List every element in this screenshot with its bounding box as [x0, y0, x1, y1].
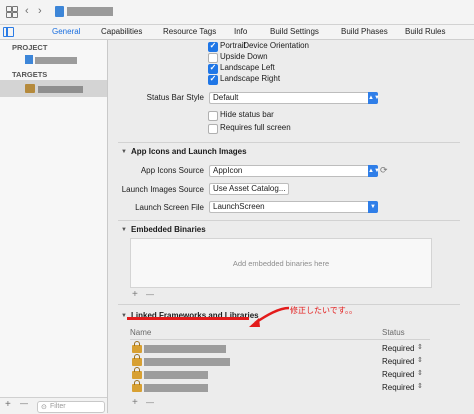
- launch-screen-file-label: Launch Screen File: [135, 203, 204, 212]
- tab-build-settings[interactable]: Build Settings: [270, 27, 319, 36]
- upside-down-label: Upside Down: [220, 52, 268, 61]
- filter-placeholder: Filter: [50, 403, 66, 410]
- add-framework-button[interactable]: +: [132, 397, 138, 408]
- popup-arrows-icon: ▲▼: [368, 165, 380, 177]
- framework-row[interactable]: Required ⇕: [130, 354, 430, 368]
- landscape-right-label: Landscape Right: [220, 74, 281, 83]
- framework-icon: [132, 354, 142, 366]
- launch-screen-file-value: LaunchScreen: [213, 202, 265, 211]
- combo-arrow-icon: ▼: [368, 201, 378, 213]
- project-icon: [25, 55, 33, 64]
- disclosure-triangle-icon[interactable]: ▼: [121, 149, 127, 155]
- framework-status[interactable]: Required: [382, 357, 414, 366]
- embedded-binaries-list[interactable]: Add embedded binaries here: [130, 238, 432, 288]
- tab-general[interactable]: General: [52, 27, 80, 36]
- target-item-redacted: [38, 86, 83, 93]
- project-section-header: PROJECT: [12, 43, 48, 52]
- name-column-header[interactable]: Name: [130, 328, 151, 337]
- use-asset-catalog-button[interactable]: Use Asset Catalog...: [209, 183, 290, 195]
- tab-resource-tags[interactable]: Resource Tags: [163, 27, 216, 36]
- framework-name-redacted: [144, 371, 208, 379]
- landscape-right-checkbox[interactable]: [208, 74, 218, 85]
- remove-embedded-binary-button[interactable]: —: [146, 290, 154, 299]
- grid-icon[interactable]: [6, 6, 18, 18]
- status-column-header[interactable]: Status: [382, 328, 405, 337]
- device-orientation-label: Device Orientation: [243, 41, 309, 50]
- framework-status[interactable]: Required: [382, 370, 414, 379]
- launch-screen-file-combo[interactable]: LaunchScreen ▼: [209, 201, 378, 213]
- status-bar-style-label: Status Bar Style: [146, 93, 204, 102]
- tab-capabilities[interactable]: Capabilities: [101, 27, 142, 36]
- filter-field[interactable]: ⊙ Filter: [37, 401, 105, 413]
- add-target-button[interactable]: +: [5, 399, 11, 410]
- add-embedded-binary-button[interactable]: +: [132, 289, 138, 300]
- landscape-left-checkbox[interactable]: [208, 63, 218, 74]
- framework-status[interactable]: Required: [382, 383, 414, 392]
- header-divider: [130, 339, 430, 340]
- disclosure-triangle-icon[interactable]: ▼: [121, 227, 127, 233]
- framework-icon: [132, 380, 142, 392]
- launch-images-source-label: Launch Images Source: [121, 185, 204, 194]
- portrait-checkbox[interactable]: [208, 41, 218, 52]
- remove-target-button[interactable]: —: [20, 399, 28, 408]
- filter-icon: ⊙: [41, 404, 47, 411]
- app-icons-source-label: App Icons Source: [140, 166, 204, 175]
- tab-build-phases[interactable]: Build Phases: [341, 27, 388, 36]
- toolbar: ‹ ›: [0, 0, 474, 25]
- target-app-icon: [25, 84, 35, 93]
- portrait-label: Portrait: [220, 41, 246, 50]
- framework-icon: [132, 341, 142, 353]
- framework-status[interactable]: Required: [382, 344, 414, 353]
- tab-info[interactable]: Info: [234, 27, 247, 36]
- project-file-icon: [55, 6, 64, 17]
- targets-section-header: TARGETS: [12, 70, 48, 79]
- project-item-redacted[interactable]: [35, 57, 77, 64]
- status-bar-style-popup[interactable]: Default ▲▼: [209, 92, 380, 104]
- framework-name-redacted: [144, 384, 208, 392]
- section-divider: [118, 142, 460, 143]
- status-stepper-icon[interactable]: ⇕: [417, 382, 423, 390]
- general-settings-panel: Device Orientation Portrait Upside Down …: [108, 40, 474, 413]
- popup-arrows-icon: ▲▼: [368, 92, 380, 104]
- framework-row[interactable]: Required ⇕: [130, 367, 430, 381]
- go-to-asset-icon[interactable]: ⟳: [380, 165, 388, 176]
- hide-status-bar-label: Hide status bar: [220, 110, 274, 119]
- app-icons-source-value: AppIcon: [213, 166, 243, 175]
- requires-full-screen-checkbox[interactable]: [208, 124, 218, 134]
- tab-build-rules[interactable]: Build Rules: [405, 27, 445, 36]
- status-stepper-icon[interactable]: ⇕: [417, 369, 423, 377]
- hide-status-bar-checkbox[interactable]: [208, 111, 218, 121]
- status-bar-style-value: Default: [213, 93, 239, 102]
- forward-button[interactable]: ›: [38, 6, 42, 17]
- framework-row[interactable]: Required ⇕: [130, 380, 430, 394]
- annotation-arrow-icon: [249, 306, 290, 327]
- framework-name-redacted: [144, 345, 226, 353]
- status-stepper-icon[interactable]: ⇕: [417, 343, 423, 351]
- embedded-binaries-section-title: Embedded Binaries: [131, 225, 206, 234]
- requires-full-screen-label: Requires full screen: [220, 123, 291, 132]
- app-icons-source-popup[interactable]: AppIcon ▲▼: [209, 165, 380, 177]
- framework-name-redacted: [144, 358, 230, 366]
- framework-row[interactable]: Required ⇕: [130, 341, 430, 355]
- editor-tab-bar: General Capabilities Resource Tags Info …: [0, 25, 474, 40]
- framework-icon: [132, 367, 142, 379]
- section-divider: [118, 220, 460, 221]
- back-button[interactable]: ‹: [25, 6, 29, 17]
- annotation-underline: [127, 317, 249, 320]
- breadcrumb-redacted[interactable]: [67, 7, 113, 16]
- annotation-text: 修正したいです。。: [290, 306, 357, 315]
- app-icons-section-title: App Icons and Launch Images: [131, 147, 247, 156]
- navigator-toggle-icon[interactable]: [3, 27, 14, 37]
- landscape-left-label: Landscape Left: [220, 63, 275, 72]
- upside-down-checkbox[interactable]: [208, 53, 218, 63]
- embedded-binaries-placeholder: Add embedded binaries here: [232, 259, 330, 268]
- remove-framework-button[interactable]: —: [146, 398, 154, 407]
- status-stepper-icon[interactable]: ⇕: [417, 356, 423, 364]
